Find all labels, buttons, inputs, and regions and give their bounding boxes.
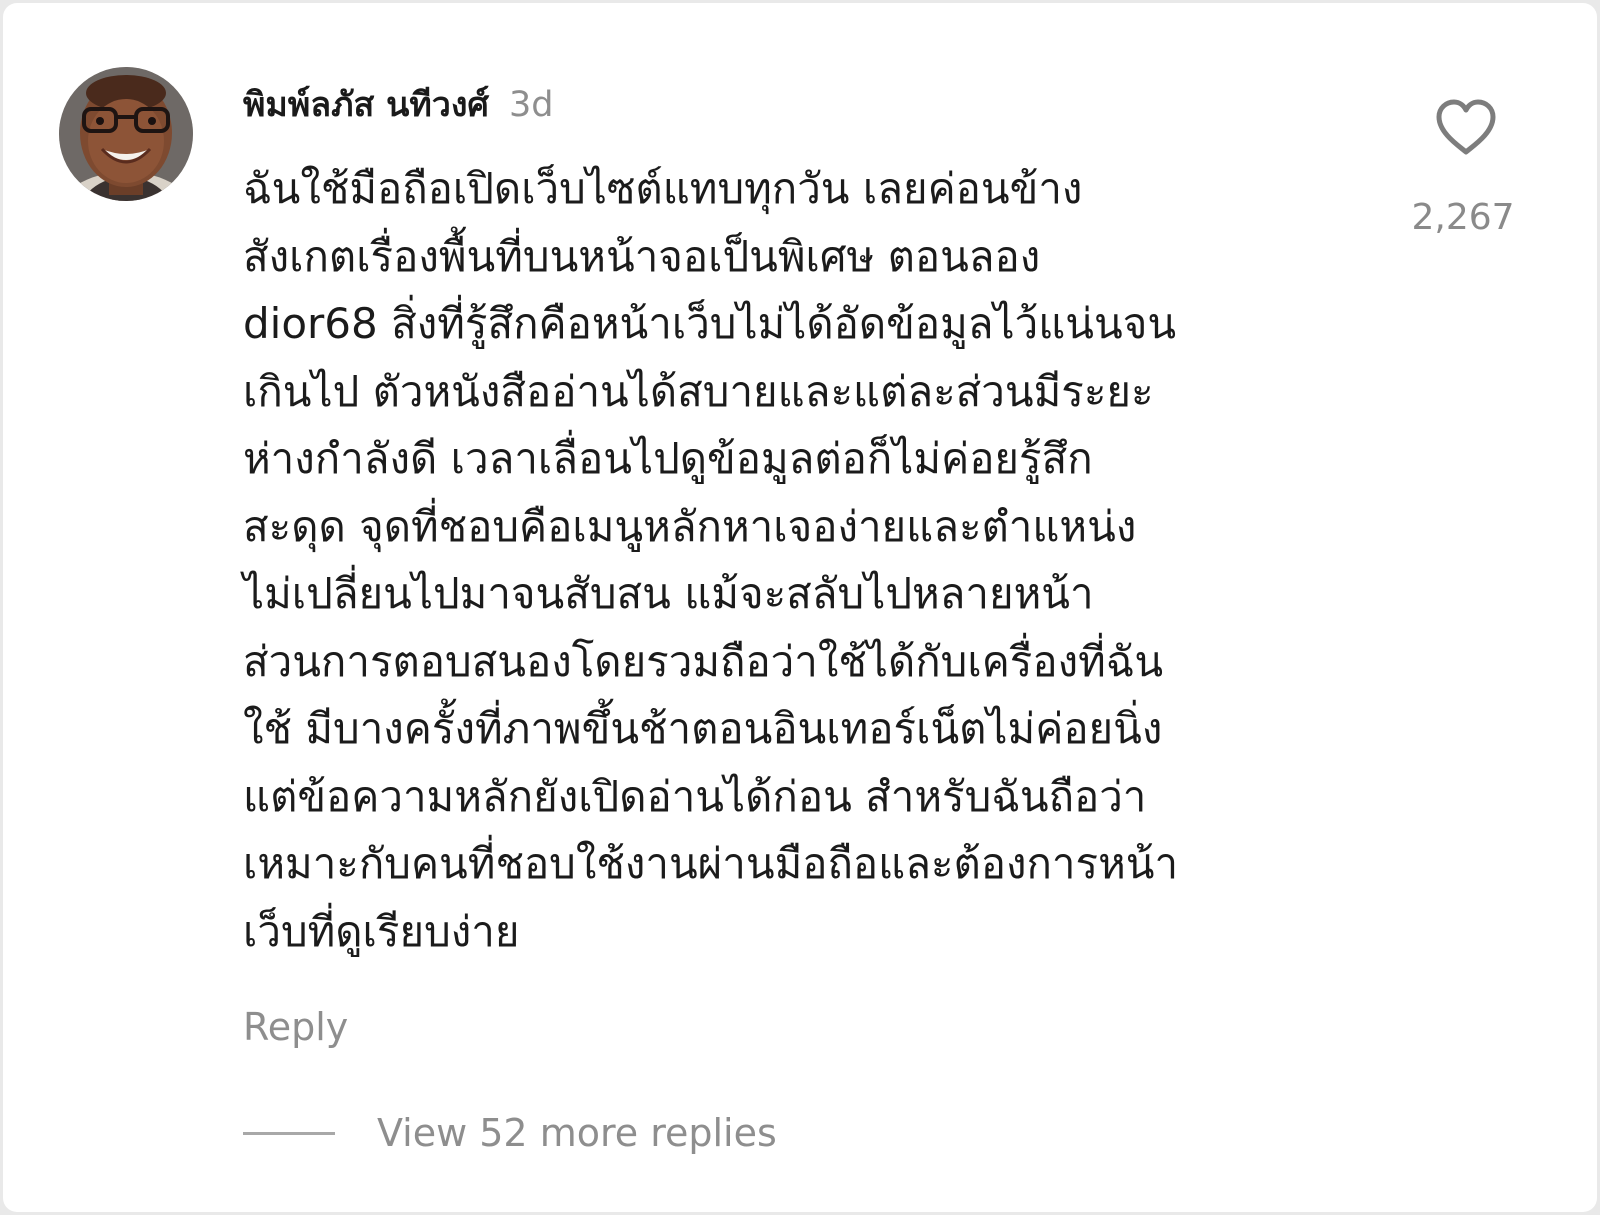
comment-card: พิมพ์ลภัส นทีวงศ์ 3d ฉันใช้มือถือเปิดเว็… bbox=[3, 3, 1597, 1212]
comment-line: เกินไป ตัวหนังสืออ่านได้สบายและแต่ละส่วน… bbox=[243, 366, 1154, 416]
user-avatar[interactable] bbox=[59, 67, 193, 201]
username-link[interactable]: พิมพ์ลภัส นทีวงศ์ bbox=[243, 77, 489, 131]
comment-line: สังเกตเรื่องพื้นที่บนหน้าจอเป็นพิเศษ ตอน… bbox=[243, 231, 1041, 281]
comment-timestamp: 3d bbox=[509, 85, 554, 125]
comment-line: ใช้ มีบางครั้งที่ภาพขึ้นช้าตอนอินเทอร์เน… bbox=[243, 704, 1163, 753]
like-count: 2,267 bbox=[1411, 197, 1515, 238]
comment-line: dior68 สิ่งที่รู้สึกคือหน้าเว็บไม่ได้อัด… bbox=[243, 299, 1177, 348]
comment-line: เว็บที่ดูเรียบง่าย bbox=[243, 906, 520, 956]
comment-line: ส่วนการตอบสนองโดยรวมถือว่าใช้ได้กับเครื่… bbox=[243, 636, 1164, 686]
comment-text: ฉันใช้มือถือเปิดเว็บไซต์แทบทุกวัน เลยค่อ… bbox=[243, 155, 1363, 965]
comment-line: ห่างกำลังดี เวลาเลื่อนไปดูข้อมูลต่อก็ไม่… bbox=[243, 434, 1093, 483]
comment-line: ไม่เปลี่ยนไปมาจนสับสน แม้จะสลับไปหลายหน้… bbox=[243, 569, 1094, 618]
heart-outline-icon bbox=[1436, 99, 1496, 155]
avatar-image bbox=[59, 67, 193, 201]
like-button[interactable] bbox=[1435, 99, 1497, 157]
view-replies-label[interactable]: View 52 more replies bbox=[377, 1111, 777, 1155]
comment-line: สะดุด จุดที่ชอบคือเมนูหลักหาเจอง่ายและตำ… bbox=[243, 501, 1137, 551]
comment-line: เหมาะกับคนที่ชอบใช้งานผ่านมือถือและต้องก… bbox=[243, 839, 1179, 888]
replies-divider bbox=[243, 1131, 335, 1135]
view-replies-button[interactable]: View 52 more replies bbox=[243, 1111, 777, 1155]
reply-button[interactable]: Reply bbox=[243, 1005, 348, 1049]
comment-header: พิมพ์ลภัส นทีวงศ์ 3d bbox=[243, 77, 554, 127]
comment-line: แต่ข้อความหลักยังเปิดอ่านได้ก่อน สำหรับฉ… bbox=[243, 771, 1147, 821]
comment-line: ฉันใช้มือถือเปิดเว็บไซต์แทบทุกวัน เลยค่อ… bbox=[243, 164, 1083, 213]
